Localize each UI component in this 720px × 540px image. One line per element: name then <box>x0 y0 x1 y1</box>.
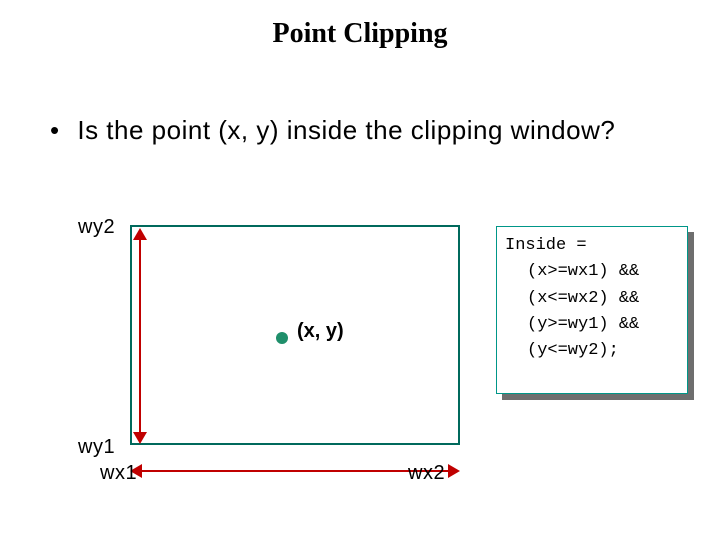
point-label: (x, y) <box>297 320 344 343</box>
arrow-right-icon <box>448 464 460 478</box>
clipping-window-rect <box>130 225 460 445</box>
code-box: Inside = (x>=wx1) && (x<=wx2) && (y>=wy1… <box>496 226 688 394</box>
bullet-text: Is the point (x, y) inside the clipping … <box>77 114 657 147</box>
bullet-marker: • <box>50 114 60 147</box>
label-wy1: wy1 <box>78 436 115 459</box>
label-wx2: wx2 <box>408 462 445 485</box>
arrow-down-icon <box>133 432 147 444</box>
bullet-item: • Is the point (x, y) inside the clippin… <box>50 114 680 147</box>
horizontal-arrow <box>142 470 450 472</box>
point-marker <box>276 332 288 344</box>
slide: Point Clipping • Is the point (x, y) ins… <box>0 0 720 540</box>
code-line-2: (x<=wx2) && <box>505 286 679 312</box>
label-wy2: wy2 <box>78 216 115 239</box>
label-wx1: wx1 <box>100 462 137 485</box>
slide-title: Point Clipping <box>0 18 720 50</box>
code-line-0: Inside = <box>505 233 679 259</box>
code-line-3: (y>=wy1) && <box>505 312 679 338</box>
code-line-1: (x>=wx1) && <box>505 259 679 285</box>
code-line-4: (y<=wy2); <box>505 338 679 364</box>
vertical-arrow <box>139 238 141 436</box>
